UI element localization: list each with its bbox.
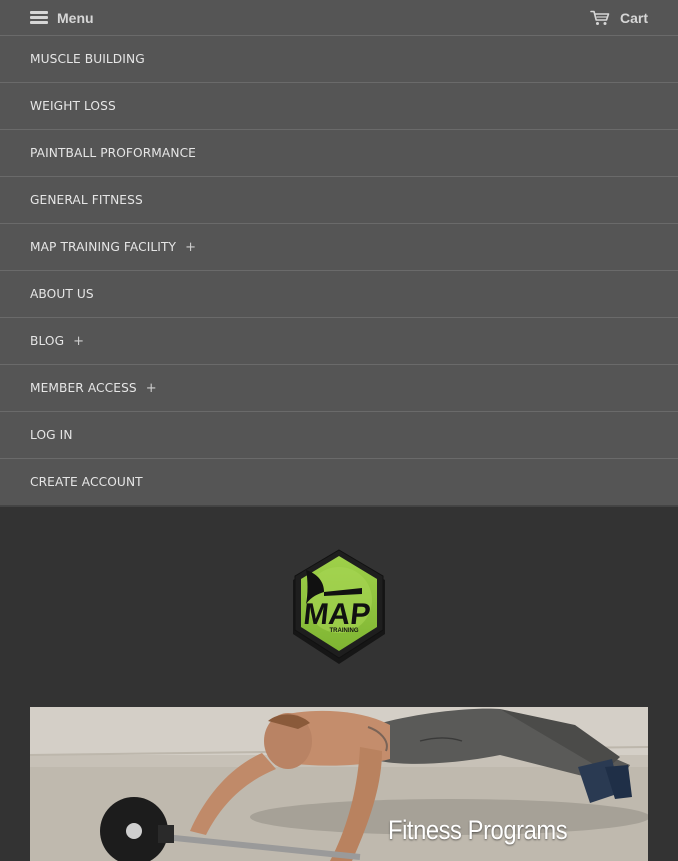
cart-label: Cart: [619, 9, 648, 26]
logo-subtext: TRAINING: [330, 628, 359, 634]
menu-label: Menu: [57, 9, 94, 26]
site-logo[interactable]: MAP TRAINING: [288, 548, 390, 666]
nav-item-label: GENERAL FITNESS: [30, 193, 143, 207]
nav-item-label: LOG IN: [30, 428, 73, 442]
nav-item-muscle-building[interactable]: MUSCLE BUILDING: [0, 36, 678, 83]
plus-icon[interactable]: +: [146, 381, 157, 396]
nav-item-label: MAP TRAINING FACILITY: [30, 240, 177, 254]
nav-item-create-account[interactable]: CREATE ACCOUNT: [0, 459, 678, 507]
hero-title: Fitness Programs: [388, 815, 568, 845]
nav-item-paintball-proformance[interactable]: PAINTBALL PROFORMANCE: [0, 130, 678, 177]
nav-item-label: MEMBER ACCESS: [30, 381, 137, 395]
nav-item-weight-loss[interactable]: WEIGHT LOSS: [0, 83, 678, 130]
plus-icon[interactable]: +: [185, 240, 196, 255]
nav-item-about-us[interactable]: ABOUT US: [0, 271, 678, 318]
nav-item-blog[interactable]: BLOG +: [0, 318, 678, 365]
hamburger-icon: [30, 11, 48, 24]
nav-item-label: WEIGHT LOSS: [30, 99, 116, 113]
nav-item-label: PAINTBALL PROFORMANCE: [30, 146, 196, 160]
nav-item-label: CREATE ACCOUNT: [30, 475, 143, 489]
cart-button[interactable]: Cart: [590, 0, 648, 35]
nav-item-map-training-facility[interactable]: MAP TRAINING FACILITY +: [0, 224, 678, 271]
hero-banner[interactable]: Fitness Programs: [30, 707, 648, 861]
nav-item-label: BLOG: [30, 334, 65, 348]
site-header: Menu Cart: [0, 0, 678, 36]
nav-item-member-access[interactable]: MEMBER ACCESS +: [0, 365, 678, 412]
nav-item-log-in[interactable]: LOG IN: [0, 412, 678, 459]
nav-item-general-fitness[interactable]: GENERAL FITNESS: [0, 177, 678, 224]
logo-text: MAP: [302, 598, 372, 631]
mobile-nav-drawer: MUSCLE BUILDING WEIGHT LOSS PAINTBALL PROF…: [0, 36, 678, 507]
cart-icon: [590, 10, 610, 25]
nav-item-label: ABOUT US: [30, 287, 94, 301]
plus-icon[interactable]: +: [73, 334, 84, 349]
menu-button[interactable]: Menu: [30, 0, 94, 35]
nav-item-label: MUSCLE BUILDING: [30, 52, 145, 66]
